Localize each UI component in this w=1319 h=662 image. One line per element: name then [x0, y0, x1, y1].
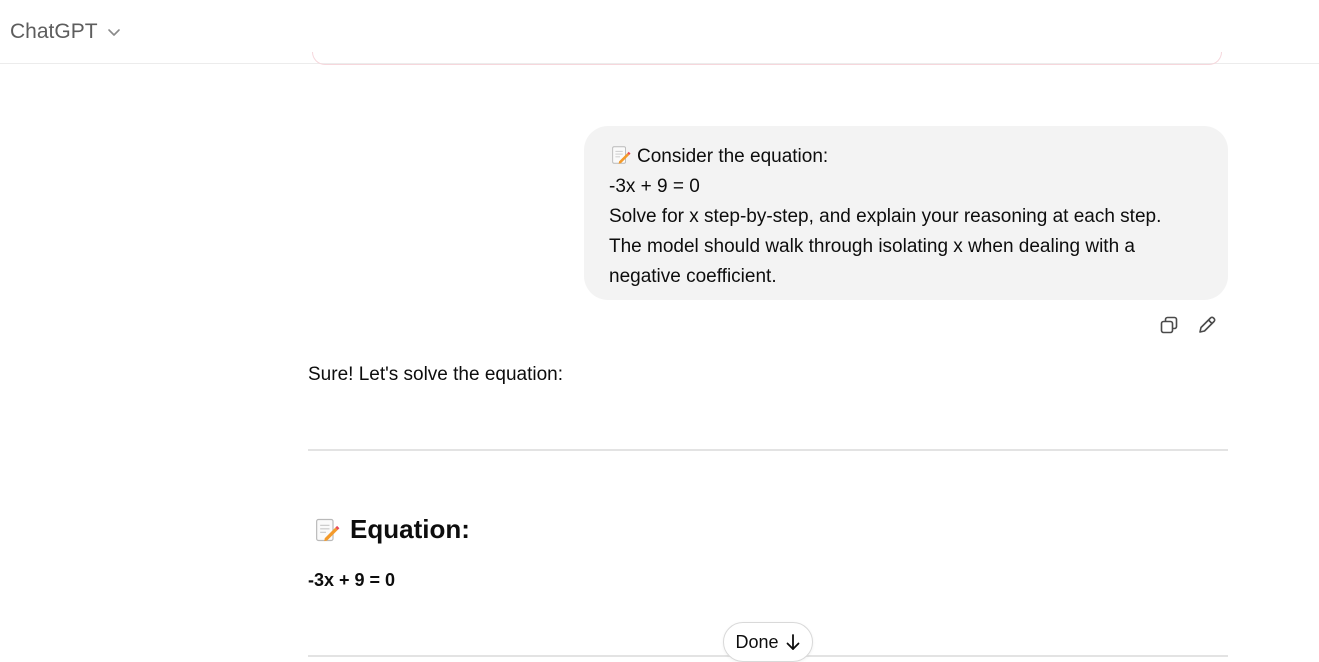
user-message-bubble: Consider the equation: -3x + 9 = 0 Solve…: [584, 126, 1228, 300]
user-message-line: -3x + 9 = 0: [609, 176, 700, 197]
edit-button[interactable]: [1196, 312, 1218, 338]
divider: [308, 449, 1228, 451]
message-actions: [1158, 312, 1218, 338]
model-selector[interactable]: ChatGPT: [10, 20, 122, 44]
model-name: ChatGPT: [10, 19, 98, 43]
equation-heading: Equation:: [312, 514, 470, 545]
done-label: Done: [735, 631, 779, 652]
arrow-down-icon: [786, 634, 799, 650]
memo-icon: [612, 146, 631, 164]
user-message-line: negative coefficient.: [609, 266, 777, 287]
assistant-intro: Sure! Let's solve the equation:: [308, 364, 564, 385]
equation-text: -3x + 9 = 0: [308, 570, 396, 590]
user-message-text: Consider the equation:: [637, 146, 829, 167]
memo-icon: [316, 518, 340, 541]
user-message-line: Consider the equation:: [609, 142, 1204, 172]
chevron-down-icon: [107, 28, 120, 36]
edit-icon: [1199, 316, 1216, 333]
equation-heading-text: Equation:: [350, 514, 470, 544]
copy-button[interactable]: [1158, 312, 1180, 338]
copy-icon: [1160, 316, 1178, 334]
done-button[interactable]: Done: [723, 622, 813, 662]
previous-card-edge: [312, 52, 1222, 65]
user-message-line: Solve for x step-by-step, and explain yo…: [609, 206, 1162, 227]
user-message-line: The model should walk through isolating …: [609, 236, 1135, 257]
